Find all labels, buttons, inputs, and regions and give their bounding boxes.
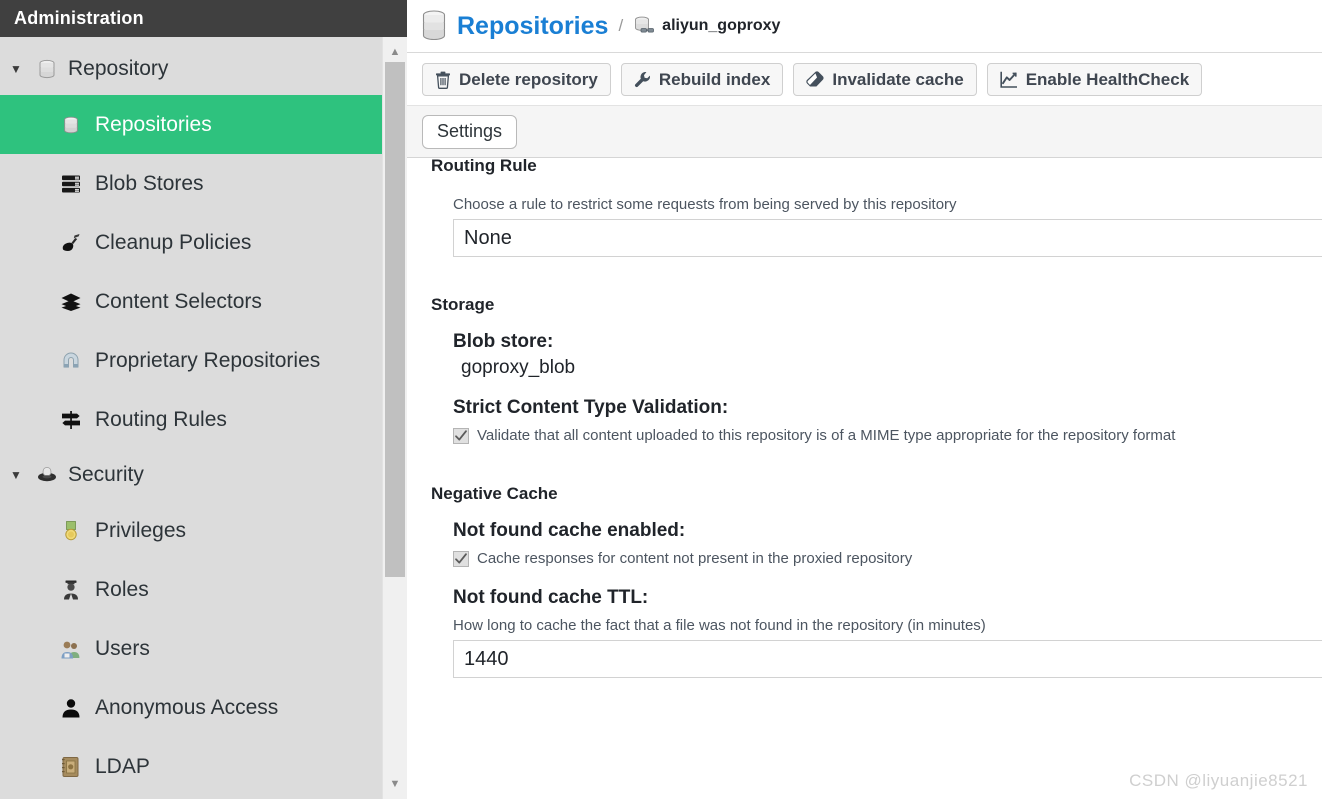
- invalidate-cache-label: Invalidate cache: [832, 69, 964, 89]
- not-found-cache-enabled-checkbox[interactable]: [453, 550, 469, 567]
- strict-content-type-validation-row[interactable]: Validate that all content uploaded to th…: [453, 427, 1322, 444]
- sidebar-item-anonymous-access[interactable]: Anonymous Access: [0, 678, 382, 737]
- sidebar-item-label-repositories: Repositories: [95, 112, 212, 136]
- not-found-cache-ttl-label: Not found cache TTL:: [453, 587, 649, 608]
- layers-icon: [56, 292, 86, 312]
- section-title-storage: Storage: [431, 295, 495, 314]
- application-window: Administration ▼ Repository Repositories…: [0, 0, 1322, 799]
- broom-icon: [56, 233, 86, 253]
- sidebar-item-label-privileges: Privileges: [95, 518, 187, 542]
- breadcrumb-current-item: aliyun_goproxy: [662, 17, 781, 34]
- not-found-cache-ttl-value: 1440: [464, 647, 509, 670]
- blob-store-label: Blob store:: [453, 331, 554, 352]
- sidebar-scrollbar[interactable]: ▲ ▼: [382, 37, 407, 799]
- sidebar-item-privileges[interactable]: Privileges: [0, 501, 382, 560]
- address-book-icon: [56, 756, 86, 778]
- rebuild-index-label: Rebuild index: [658, 69, 771, 89]
- proxy-repository-icon: [633, 15, 655, 37]
- scroll-up-arrow-icon[interactable]: ▲: [383, 41, 407, 63]
- not-found-cache-ttl-hint: How long to cache the fact that a file w…: [453, 617, 986, 634]
- storage-fields: Blob store: goproxy_blob Strict Content …: [431, 315, 1322, 444]
- database-icon: [56, 115, 86, 135]
- strict-validation-checkbox[interactable]: [453, 427, 469, 444]
- sidebar-item-label-ldap: LDAP: [95, 754, 150, 778]
- routing-rule-select[interactable]: None: [453, 219, 1322, 257]
- server-stack-icon: [56, 174, 86, 194]
- sidebar-group-repository[interactable]: ▼ Repository: [0, 43, 382, 95]
- sidebar-group-label-repository: Repository: [68, 57, 169, 80]
- routing-rule-field: Choose a rule to restrict some requests …: [431, 196, 1322, 257]
- sidebar-item-label-cleanup-policies: Cleanup Policies: [95, 230, 252, 254]
- not-found-cache-enabled-label: Not found cache enabled:: [453, 520, 686, 541]
- shield-icon: [32, 464, 62, 486]
- breadcrumb-separator: /: [618, 16, 624, 35]
- eraser-icon: [806, 70, 824, 89]
- repository-toolbar: Delete repository Rebuild index Invalida…: [407, 53, 1322, 105]
- delete-repository-button[interactable]: Delete repository: [422, 63, 611, 96]
- negative-cache-fields: Not found cache enabled: Cache responses…: [431, 504, 1322, 678]
- users-icon: [56, 638, 86, 660]
- admin-sidebar: Administration ▼ Repository Repositories…: [0, 0, 407, 799]
- officer-icon: [56, 579, 86, 601]
- not-found-cache-enabled-row[interactable]: Cache responses for content not present …: [453, 550, 1322, 567]
- tab-settings[interactable]: Settings: [422, 114, 518, 149]
- strict-content-type-validation-label: Strict Content Type Validation:: [453, 397, 729, 418]
- sidebar-item-label-proprietary-repositories: Proprietary Repositories: [95, 348, 321, 372]
- sidebar-item-cleanup-policies[interactable]: Cleanup Policies: [0, 213, 382, 272]
- enable-healthcheck-button[interactable]: Enable HealthCheck: [986, 63, 1203, 96]
- sidebar-nav-scroll-area: ▼ Repository Repositories Blob Stores Cl…: [0, 37, 382, 799]
- sidebar-item-label-anonymous-access: Anonymous Access: [95, 695, 279, 719]
- sidebar-group-label-security: Security: [68, 463, 144, 486]
- main-content: Repositories / aliyun_goproxy Delete rep…: [407, 0, 1322, 799]
- administration-header: Administration: [0, 0, 407, 37]
- not-found-cache-enabled-checkbox-label: Cache responses for content not present …: [477, 550, 913, 567]
- sidebar-item-routing-rules[interactable]: Routing Rules: [0, 390, 382, 449]
- sidebar-item-content-selectors[interactable]: Content Selectors: [0, 272, 382, 331]
- enable-healthcheck-label: Enable HealthCheck: [1025, 69, 1190, 89]
- routing-rule-hint: Choose a rule to restrict some requests …: [453, 196, 957, 213]
- delete-repository-label: Delete repository: [459, 69, 598, 89]
- sidebar-item-label-roles: Roles: [95, 577, 149, 601]
- breadcrumb-root-link[interactable]: Repositories: [457, 12, 608, 41]
- signpost-icon: [56, 410, 86, 430]
- scroll-down-arrow-icon[interactable]: ▼: [383, 773, 407, 795]
- database-icon: [419, 9, 449, 43]
- section-title-negative-cache: Negative Cache: [431, 484, 558, 503]
- not-found-cache-ttl-input[interactable]: 1440: [453, 640, 1322, 678]
- medal-icon: [56, 520, 86, 542]
- trash-icon: [435, 71, 451, 89]
- person-icon: [56, 697, 86, 719]
- sidebar-item-repositories[interactable]: Repositories: [0, 95, 382, 154]
- breadcrumb: Repositories / aliyun_goproxy: [407, 0, 1322, 53]
- settings-form-scroll-area: Routing Rule Choose a rule to restrict s…: [407, 158, 1322, 793]
- database-icon: [32, 58, 62, 80]
- chart-line-icon: [1000, 71, 1018, 88]
- sidebar-item-users[interactable]: Users: [0, 619, 382, 678]
- sidebar-item-label-routing-rules: Routing Rules: [95, 407, 227, 431]
- settings-form: Routing Rule Choose a rule to restrict s…: [431, 158, 1322, 678]
- sidebar-item-label-blob-stores: Blob Stores: [95, 171, 204, 195]
- strict-validation-checkbox-label: Validate that all content uploaded to th…: [477, 427, 1176, 444]
- invalidate-cache-button[interactable]: Invalidate cache: [793, 63, 977, 96]
- chevron-down-icon[interactable]: ▼: [10, 63, 32, 75]
- tab-settings-label: Settings: [437, 121, 503, 141]
- rebuild-index-button[interactable]: Rebuild index: [620, 63, 784, 96]
- sidebar-item-roles[interactable]: Roles: [0, 560, 382, 619]
- sidebar-group-security[interactable]: ▼ Security: [0, 449, 382, 501]
- blob-store-value: goproxy_blob: [461, 357, 576, 378]
- chevron-down-icon[interactable]: ▼: [10, 469, 32, 481]
- sidebar-item-label-content-selectors: Content Selectors: [95, 289, 262, 313]
- wrench-icon: [634, 71, 651, 89]
- sidebar-nav-list: ▼ Repository Repositories Blob Stores Cl…: [0, 37, 382, 796]
- section-title-routing-rule: Routing Rule: [431, 158, 537, 175]
- sidebar-item-blob-stores[interactable]: Blob Stores: [0, 154, 382, 213]
- routing-rule-selected-value: None: [464, 226, 512, 249]
- administration-title: Administration: [14, 8, 144, 28]
- sidebar-item-label-users: Users: [95, 636, 150, 660]
- sidebar-scrollbar-thumb[interactable]: [385, 62, 405, 577]
- settings-tabbar: Settings: [407, 105, 1322, 158]
- sidebar-item-ldap[interactable]: LDAP: [0, 737, 382, 796]
- sidebar-item-proprietary-repositories[interactable]: Proprietary Repositories: [0, 331, 382, 390]
- magnet-icon: [56, 351, 86, 371]
